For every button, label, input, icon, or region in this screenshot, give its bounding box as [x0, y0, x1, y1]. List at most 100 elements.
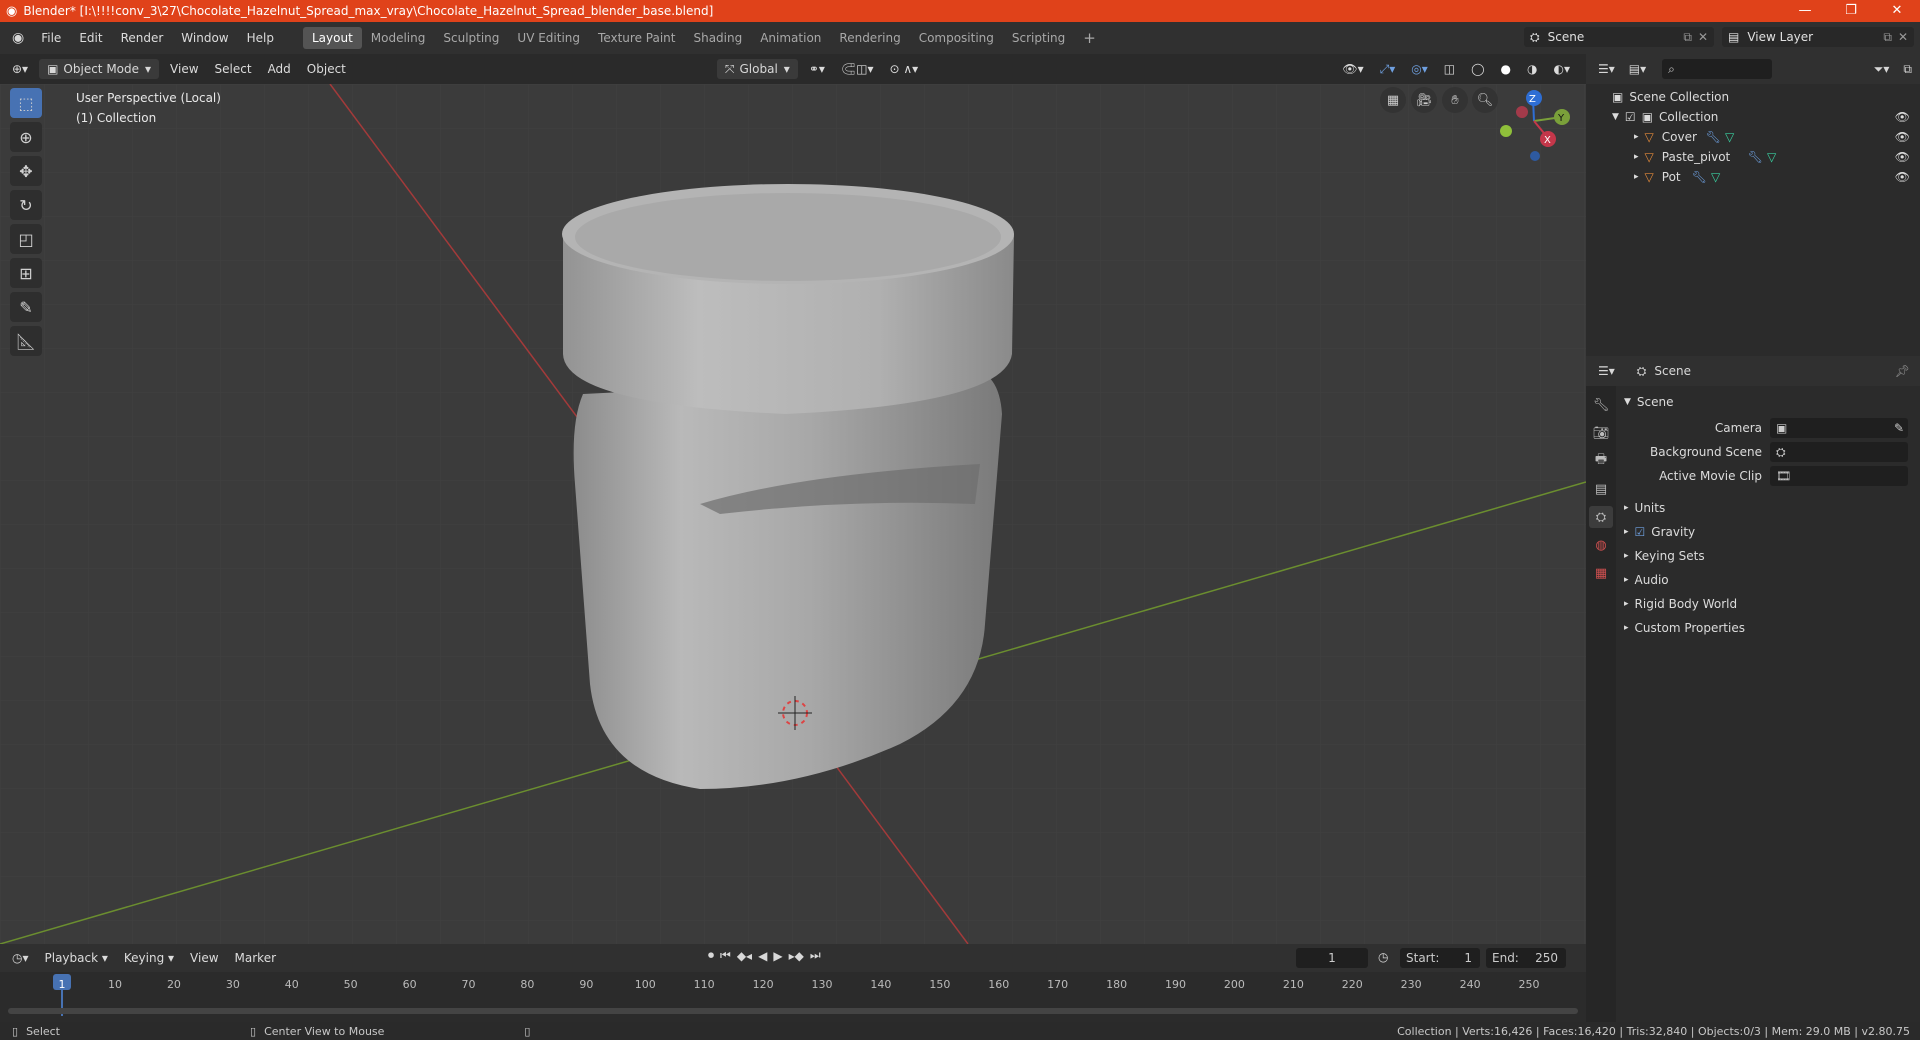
mesh-data-icon[interactable]: ▽ [1725, 130, 1734, 144]
tab-sculpting[interactable]: Sculpting [434, 27, 508, 49]
restore-button[interactable]: ❐ [1828, 0, 1874, 22]
rotate-tool-icon[interactable]: ↻ [10, 190, 42, 220]
world-tab-icon[interactable]: ◍ [1589, 534, 1613, 556]
menu-add[interactable]: Add [260, 59, 299, 79]
menu-view[interactable]: View [162, 59, 206, 79]
collection-checkbox[interactable]: ☑ [1625, 110, 1636, 124]
proportional-edit-icon[interactable]: ⊙ ∧▾ [882, 59, 927, 79]
gizmo-neg-z-icon[interactable] [1530, 151, 1540, 161]
select-box-icon[interactable]: ⬚ [10, 88, 42, 118]
output-tab-icon[interactable]: 🖶︎ [1589, 450, 1613, 472]
menu-select[interactable]: Select [207, 59, 260, 79]
tab-uv-editing[interactable]: UV Editing [508, 27, 589, 49]
outliner-object-cover[interactable]: ▸ ▽ Cover 🔧︎ ▽ 👁︎ [1586, 127, 1920, 147]
menu-help[interactable]: Help [238, 27, 283, 49]
scene-tab-icon[interactable]: ⛭ [1589, 506, 1613, 528]
gizmo-toggle-icon[interactable]: ⤢▾ [1372, 59, 1404, 79]
mesh-data-icon[interactable]: ▽ [1767, 150, 1776, 164]
gravity-panel[interactable]: ▸ ☑ Gravity [1616, 520, 1920, 544]
wireframe-shading-icon[interactable]: ◯ [1463, 59, 1492, 79]
pin-icon[interactable]: 📌︎ [1895, 364, 1910, 378]
outliner-collection[interactable]: ▼ ☑ ▣ Collection 👁︎ [1586, 107, 1920, 127]
menu-edit[interactable]: Edit [70, 27, 111, 49]
tool-tab-icon[interactable]: 🔧︎ [1589, 394, 1613, 416]
add-workspace-button[interactable]: + [1074, 27, 1105, 49]
audio-panel[interactable]: ▸ Audio [1616, 568, 1920, 592]
pivot-icon[interactable]: ⚭▾ [801, 59, 833, 79]
blender-menu-icon[interactable]: ◉ [0, 30, 32, 46]
expand-arrow-icon[interactable]: ▸ [1634, 172, 1639, 182]
modifier-wrench-icon[interactable]: 🔧︎ [1706, 130, 1721, 144]
zoom-view-icon[interactable]: 🔍︎ [1472, 87, 1498, 113]
scale-tool-icon[interactable]: ◰ [10, 224, 42, 254]
tab-texture-paint[interactable]: Texture Paint [589, 27, 684, 49]
active-movie-clip-field[interactable]: 🎞︎ [1770, 466, 1908, 486]
view-layer-selector[interactable]: ▤ View Layer ⧉ ✕ [1722, 27, 1914, 47]
mode-dropdown[interactable]: ▣ Object Mode ▾ [39, 59, 160, 79]
editor-type-icon[interactable]: ⊕▾ [0, 62, 36, 76]
gravity-checkbox[interactable]: ☑ [1635, 525, 1646, 539]
remove-view-layer-icon[interactable]: ✕ [1898, 30, 1908, 44]
tab-scripting[interactable]: Scripting [1003, 27, 1074, 49]
annotate-tool-icon[interactable]: ✎ [10, 292, 42, 322]
outliner-search-input[interactable]: ⌕ [1662, 59, 1773, 79]
eye-icon[interactable]: 👁︎ [1895, 130, 1910, 144]
minimize-button[interactable]: — [1782, 0, 1828, 22]
tab-rendering[interactable]: Rendering [830, 27, 909, 49]
eye-icon[interactable]: 👁︎ [1895, 170, 1910, 184]
eyedropper-icon[interactable]: ✎ [1894, 421, 1904, 435]
properties-editor-icon[interactable]: ☰▾ [1586, 364, 1623, 378]
outliner-object-paste-pivot[interactable]: ▸ ▽ Paste_pivot 🔧︎ ▽ 👁︎ [1586, 147, 1920, 167]
snap-icon[interactable]: 🧲︎◫▾ [833, 59, 882, 79]
texture-tab-icon[interactable]: ▦ [1589, 562, 1613, 584]
eye-icon[interactable]: 👁︎ [1895, 110, 1910, 124]
transform-tool-icon[interactable]: ⊞ [10, 258, 42, 288]
solid-shading-icon[interactable]: ● [1493, 59, 1519, 79]
modifier-wrench-icon[interactable]: 🔧︎ [1692, 170, 1707, 184]
expand-arrow-icon[interactable]: ▸ [1634, 132, 1639, 142]
transform-orientation-dropdown[interactable]: ⤧ Global ▾ [716, 59, 798, 79]
menu-object[interactable]: Object [299, 59, 354, 79]
display-mode-icon[interactable]: ▤▾ [1623, 62, 1652, 76]
tab-animation[interactable]: Animation [751, 27, 830, 49]
expand-arrow-icon[interactable]: ▼ [1612, 112, 1619, 122]
custom-properties-panel[interactable]: ▸ Custom Properties [1616, 616, 1920, 640]
outliner-scene-collection[interactable]: ▣ Scene Collection [1586, 87, 1920, 107]
menu-window[interactable]: Window [172, 27, 237, 49]
filter-icon[interactable]: ⏷▾ [1868, 62, 1896, 77]
view-layer-tab-icon[interactable]: ▤ [1589, 478, 1613, 500]
close-button[interactable]: ✕ [1874, 0, 1920, 22]
xray-icon[interactable]: ◫ [1436, 59, 1463, 79]
menu-file[interactable]: File [32, 27, 70, 49]
copy-scene-icon[interactable]: ⧉ [1683, 30, 1692, 45]
render-tab-icon[interactable]: 📷︎ [1589, 422, 1613, 444]
tab-shading[interactable]: Shading [684, 27, 751, 49]
background-scene-field[interactable]: ⛭ [1770, 442, 1908, 462]
new-collection-icon[interactable]: ⧉ [1895, 62, 1920, 77]
move-tool-icon[interactable]: ✥ [10, 156, 42, 186]
outliner-editor-icon[interactable]: ☰▾ [1586, 62, 1623, 76]
expand-arrow-icon[interactable]: ▸ [1634, 152, 1639, 162]
timeline-scrollbar[interactable] [8, 1008, 1578, 1014]
overlays-icon[interactable]: ◎▾ [1403, 59, 1436, 79]
gizmo-neg-y-icon[interactable] [1500, 125, 1512, 137]
copy-view-layer-icon[interactable]: ⧉ [1883, 30, 1892, 45]
remove-scene-icon[interactable]: ✕ [1698, 30, 1708, 44]
tab-compositing[interactable]: Compositing [910, 27, 1003, 49]
rigid-body-world-panel[interactable]: ▸ Rigid Body World [1616, 592, 1920, 616]
tab-layout[interactable]: Layout [302, 27, 362, 49]
modifier-wrench-icon[interactable]: 🔧︎ [1748, 150, 1763, 164]
cursor-tool-icon[interactable]: ⊕ [10, 122, 42, 152]
camera-view-icon[interactable]: 🎥︎ [1411, 87, 1437, 113]
rendered-shading-icon[interactable]: ◐▾ [1546, 59, 1579, 79]
keying-sets-panel[interactable]: ▸ Keying Sets [1616, 544, 1920, 568]
mesh-data-icon[interactable]: ▽ [1711, 170, 1720, 184]
gizmo-neg-x-icon[interactable] [1516, 106, 1528, 118]
toggle-grid-icon[interactable]: ▦ [1380, 87, 1406, 113]
menu-render[interactable]: Render [112, 27, 173, 49]
3d-viewport[interactable]: Z Y X ⬚ ⊕ ✥ ↻ ◰ ⊞ ✎ 📐︎ User Perspective … [0, 84, 1586, 944]
pan-view-icon[interactable]: ✋︎ [1442, 87, 1468, 113]
visibility-icon[interactable]: 👁︎▾ [1334, 59, 1371, 79]
scene-panel-header[interactable]: ▼ Scene [1616, 390, 1920, 414]
outliner-object-pot[interactable]: ▸ ▽ Pot 🔧︎ ▽ 👁︎ [1586, 167, 1920, 187]
